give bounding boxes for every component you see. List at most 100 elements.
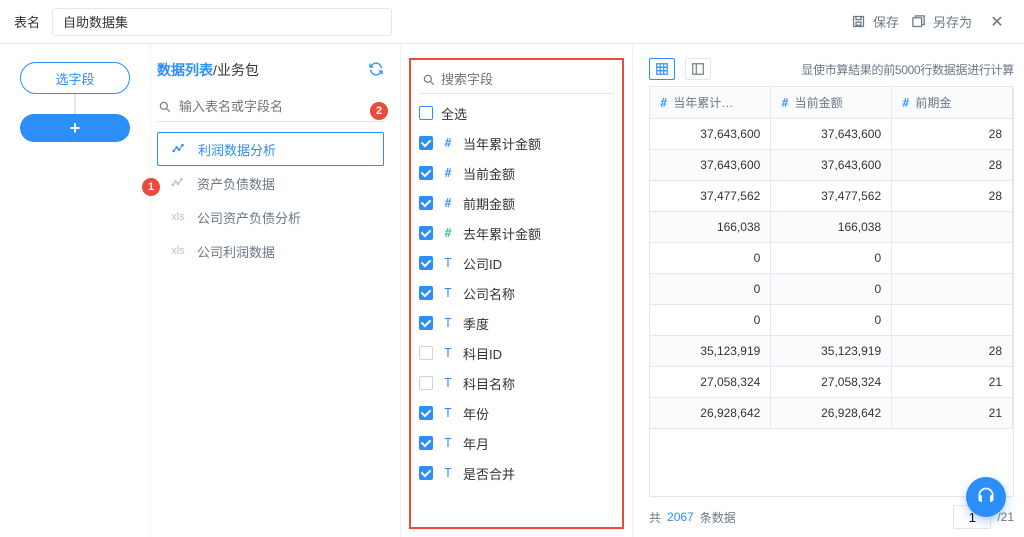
number-type-icon: # <box>902 96 909 110</box>
table-row[interactable]: 00 <box>650 304 1013 335</box>
plus-icon: + <box>70 118 81 139</box>
number-type-icon <box>441 196 455 210</box>
save-icon <box>851 14 867 30</box>
field-row[interactable]: 当年累计金额 <box>419 128 614 158</box>
cell: 35,123,919 <box>771 335 892 366</box>
tab-grid[interactable] <box>649 58 675 80</box>
field-list: 全选当年累计金额当前金额前期金额去年累计金额公司ID公司名称季度科目ID科目名称… <box>419 98 614 525</box>
table-row[interactable]: 37,643,60037,643,60028 <box>650 149 1013 180</box>
page-total: /21 <box>997 510 1014 524</box>
table-row[interactable]: 26,928,64226,928,64221 <box>650 397 1013 428</box>
datasource-search-input[interactable] <box>157 92 384 122</box>
step-connector <box>74 94 76 114</box>
save-as-button[interactable]: 另存为 <box>911 12 972 31</box>
number-type-icon <box>441 136 455 150</box>
table-row[interactable]: 166,038166,038 <box>650 211 1013 242</box>
field-checkbox[interactable] <box>419 466 433 480</box>
headset-icon <box>976 486 996 509</box>
table-row[interactable]: 00 <box>650 242 1013 273</box>
save-button[interactable]: 保存 <box>851 12 899 31</box>
xls-icon: xls <box>167 211 189 223</box>
cell: 0 <box>650 242 771 273</box>
cell <box>892 273 1013 304</box>
table-row[interactable]: 35,123,91935,123,91928 <box>650 335 1013 366</box>
field-row[interactable]: 公司ID <box>419 248 614 278</box>
field-search-input[interactable] <box>419 66 614 94</box>
field-label: 当年累计金额 <box>463 134 541 153</box>
field-row[interactable]: 公司名称 <box>419 278 614 308</box>
number-type-icon: # <box>660 96 667 110</box>
close-button[interactable]: ✕ <box>984 9 1010 35</box>
datasource-item[interactable]: 利润数据分析 <box>157 132 384 166</box>
field-row[interactable]: 年份 <box>419 398 614 428</box>
field-checkbox[interactable] <box>419 226 433 240</box>
cell: 166,038 <box>650 211 771 242</box>
field-checkbox[interactable] <box>419 316 433 330</box>
grid-header-row: #当年累计…#当前金额#前期金 <box>650 87 1013 118</box>
column-header[interactable]: #当年累计… <box>650 87 771 118</box>
column-header[interactable]: # 当前金额 <box>771 87 892 118</box>
field-checkbox[interactable] <box>419 196 433 210</box>
preview-panel: 显使市算結果的前5000行数据据进行计算 #当年累计…#当前金额#前期金 37,… <box>632 44 1024 537</box>
number-type-icon: # <box>781 96 788 110</box>
text-type-icon <box>441 316 455 330</box>
text-type-icon <box>441 376 455 390</box>
field-label: 年月 <box>463 434 489 453</box>
select-all-row[interactable]: 全选 <box>419 98 614 128</box>
cell: 0 <box>771 273 892 304</box>
help-fab[interactable] <box>966 477 1006 517</box>
foot-prefix: 共 <box>649 509 661 526</box>
data-grid[interactable]: #当年累计…#当前金额#前期金 37,643,60037,643,6002837… <box>649 86 1014 497</box>
cell: 37,643,600 <box>650 149 771 180</box>
datasource-item-label: 利润数据分析 <box>198 140 276 159</box>
tab-detail[interactable] <box>685 58 711 80</box>
text-type-icon <box>441 346 455 360</box>
text-type-icon <box>441 256 455 270</box>
field-row[interactable]: 年月 <box>419 428 614 458</box>
field-checkbox[interactable] <box>419 136 433 150</box>
field-checkbox[interactable] <box>419 346 433 360</box>
cell: 0 <box>771 304 892 335</box>
field-checkbox[interactable] <box>419 436 433 450</box>
field-row[interactable]: 前期金额 <box>419 188 614 218</box>
datasource-item[interactable]: xls公司利润数据 <box>157 234 384 268</box>
field-checkbox[interactable] <box>419 376 433 390</box>
datasource-item-label: 资产负债数据 <box>197 174 275 193</box>
cell: 0 <box>650 304 771 335</box>
cell: 37,643,600 <box>771 118 892 149</box>
select-fields-label: 选字段 <box>55 69 94 88</box>
refresh-button[interactable] <box>368 61 384 80</box>
datasource-item[interactable]: xls公司资产负债分析 <box>157 200 384 234</box>
field-row[interactable]: 科目名称 <box>419 368 614 398</box>
cell: 166,038 <box>771 211 892 242</box>
row-count: 2067 <box>667 510 694 524</box>
field-row[interactable]: 去年累计金额 <box>419 218 614 248</box>
xls-icon: xls <box>167 245 189 257</box>
field-row[interactable]: 是否合并 <box>419 458 614 488</box>
select-all-checkbox[interactable] <box>419 106 433 120</box>
datasource-item[interactable]: 资产负债数据 <box>157 166 384 200</box>
select-fields-step[interactable]: 选字段 <box>20 62 130 94</box>
field-checkbox[interactable] <box>419 166 433 180</box>
field-row[interactable]: 季度 <box>419 308 614 338</box>
field-checkbox[interactable] <box>419 406 433 420</box>
table-name-label: 表名 <box>14 12 40 31</box>
table-row[interactable]: 37,477,56237,477,56228 <box>650 180 1013 211</box>
foot-suffix: 条数据 <box>700 509 736 526</box>
cell: 37,477,562 <box>650 180 771 211</box>
table-row[interactable]: 00 <box>650 273 1013 304</box>
field-row[interactable]: 科目ID <box>419 338 614 368</box>
column-label: 当前金额 <box>795 96 843 110</box>
add-step-button[interactable]: + <box>20 114 130 142</box>
cell: 37,477,562 <box>771 180 892 211</box>
field-row[interactable]: 当前金额 <box>419 158 614 188</box>
text-type-icon <box>441 466 455 480</box>
field-checkbox[interactable] <box>419 256 433 270</box>
table-row[interactable]: 27,058,32427,058,32421 <box>650 366 1013 397</box>
preview-footer: 共 2067 条数据 /21 <box>649 497 1014 537</box>
table-name-input[interactable] <box>52 8 392 36</box>
column-header[interactable]: #前期金 <box>892 87 1013 118</box>
field-checkbox[interactable] <box>419 286 433 300</box>
cell: 28 <box>892 118 1013 149</box>
table-row[interactable]: 37,643,60037,643,60028 <box>650 118 1013 149</box>
